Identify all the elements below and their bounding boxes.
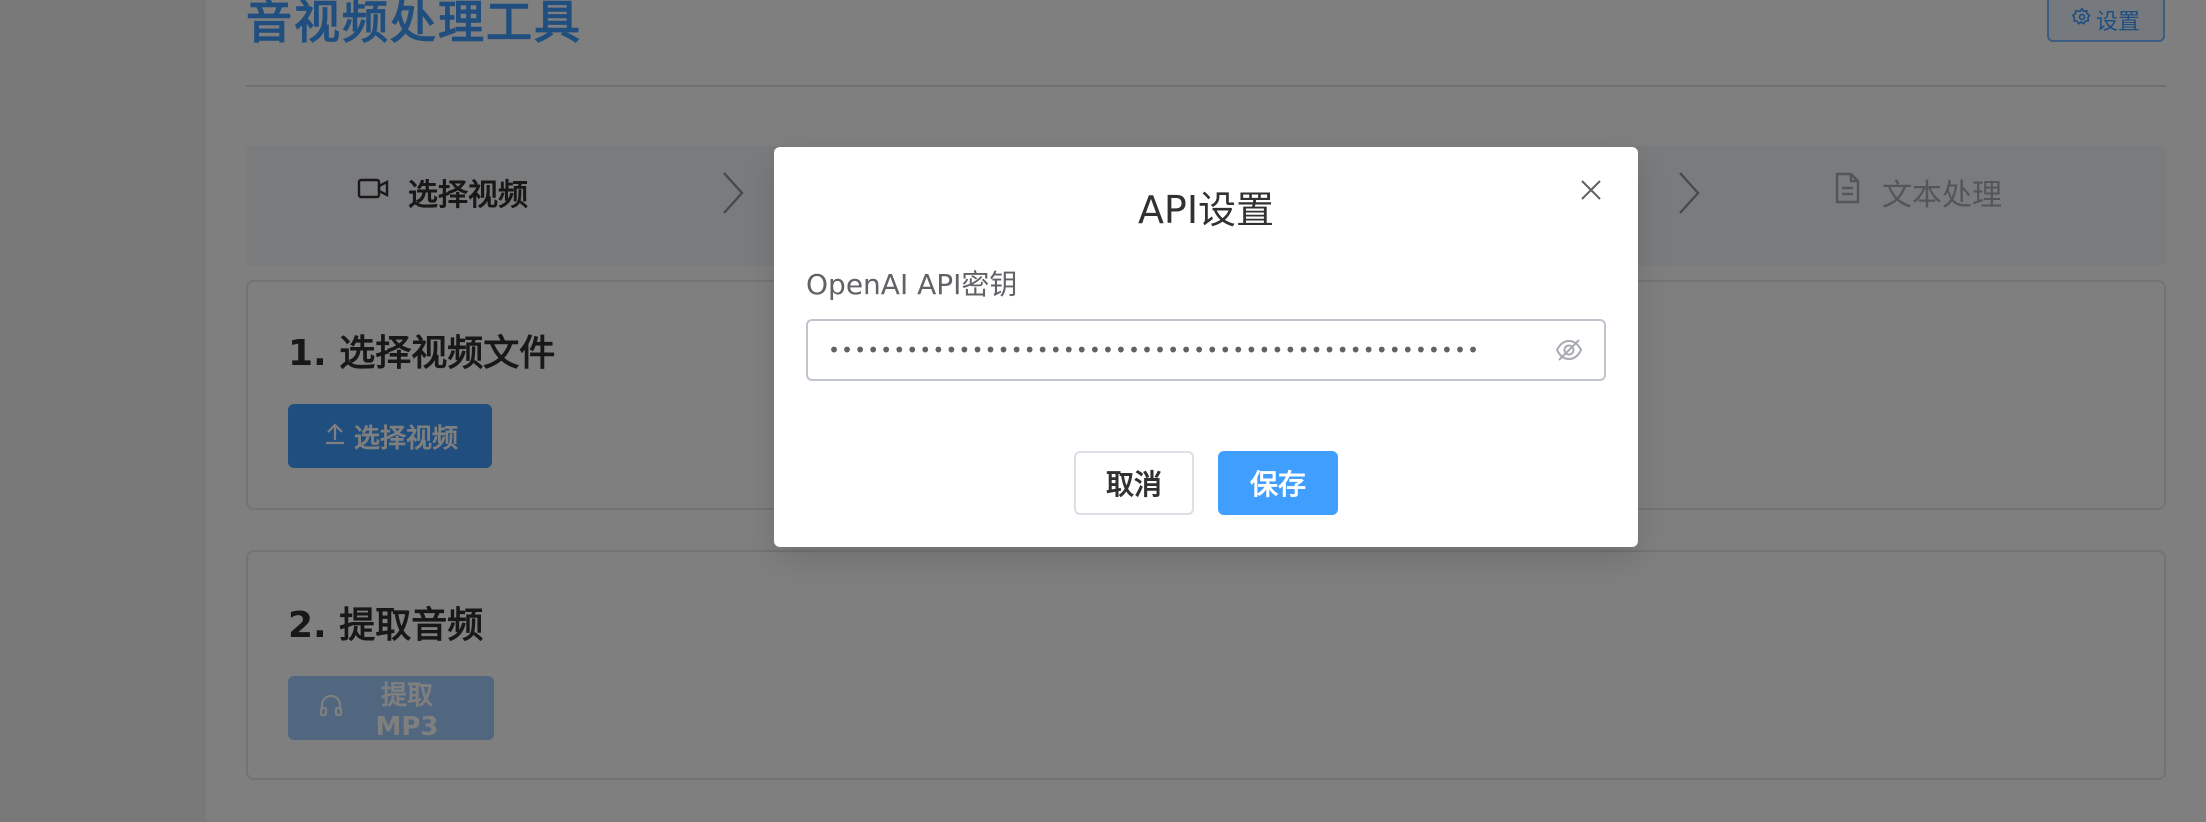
- api-key-label: OpenAI API密钥: [806, 268, 1018, 301]
- cancel-button[interactable]: 取消: [1074, 451, 1194, 515]
- close-button[interactable]: [1574, 175, 1608, 209]
- save-button[interactable]: 保存: [1218, 451, 1338, 515]
- api-key-input-wrapper: [806, 319, 1606, 381]
- close-icon: [1579, 178, 1603, 206]
- api-settings-dialog: API设置 OpenAI API密钥 取消 保存: [774, 147, 1638, 547]
- dialog-title: API设置: [1137, 188, 1275, 232]
- eye-slash-icon[interactable]: [1554, 335, 1584, 365]
- api-key-input[interactable]: [808, 321, 1554, 379]
